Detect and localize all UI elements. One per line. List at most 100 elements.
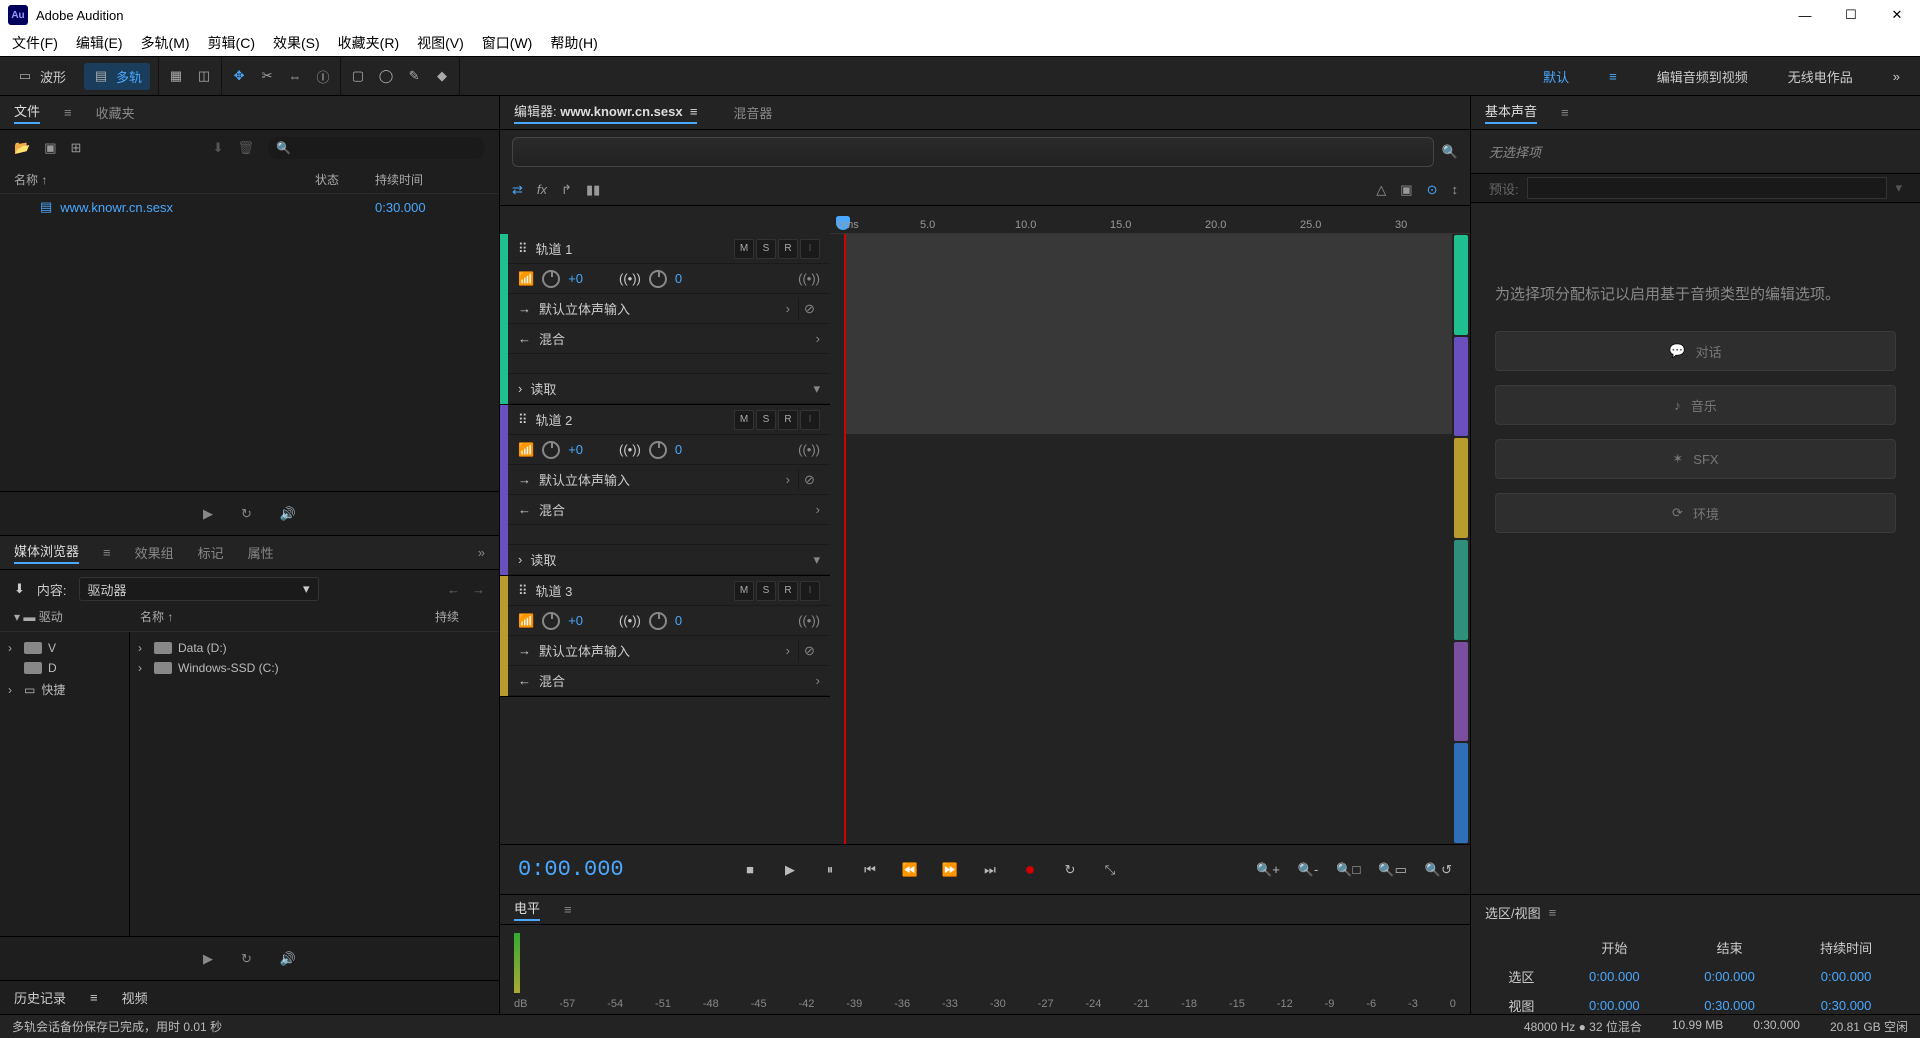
tree-item[interactable]: ›▭快捷 [4,678,125,701]
workspace-more-icon[interactable]: » [1893,69,1900,84]
tab-properties[interactable]: 属性 [248,543,274,562]
open-file-icon[interactable]: 📂 [14,140,30,156]
close-button[interactable]: ✕ [1874,0,1920,30]
menu-view[interactable]: 视图(V) [417,33,464,53]
toggle-loop-icon[interactable]: ⇄ [512,182,523,198]
track-handle-icon[interactable]: ⠿ [518,583,528,599]
monitor-button[interactable]: I [800,410,820,430]
eq-icon[interactable]: ▮▮ [586,182,600,198]
new-multitrack-icon[interactable]: ▣ [44,140,56,156]
solo-button[interactable]: S [756,581,776,601]
waveform-view-button[interactable]: ▭ 波形 [8,63,74,90]
tab-files[interactable]: 文件 [14,101,40,124]
stop-button[interactable]: ■ [740,860,760,880]
tab-markers[interactable]: 标记 [198,543,224,562]
rewind-button[interactable]: ⏪ [900,860,920,880]
automation-chev-icon[interactable]: › [518,381,522,396]
automation-dropdown[interactable]: 读取▾ [530,550,820,569]
media-panel-menu-icon[interactable]: ≡ [103,545,111,560]
col-duration[interactable]: 持续时间 [375,171,485,188]
zoom-reset-icon[interactable]: 🔍↺ [1425,862,1452,878]
solo-button[interactable]: S [756,239,776,259]
maximize-button[interactable]: ☐ [1828,0,1874,30]
monitor-button[interactable]: I [800,239,820,259]
track-handle-icon[interactable]: ⠿ [518,241,528,257]
go-end-button[interactable]: ⏭ [980,860,1000,880]
right-header[interactable]: 名称 ↑ [140,608,435,631]
tab-mixer[interactable]: 混音器 [733,103,772,122]
menu-effects[interactable]: 效果(S) [273,33,320,53]
minimize-button[interactable]: — [1782,0,1828,30]
tree-item[interactable]: ›V [4,638,125,658]
menu-multitrack[interactable]: 多轨(M) [141,33,190,53]
col-status[interactable]: 状态 [315,171,375,188]
menu-edit[interactable]: 编辑(E) [76,33,123,53]
play-icon[interactable]: ▶ [203,506,213,522]
menu-file[interactable]: 文件(F) [12,33,58,53]
volume-value[interactable]: +0 [568,442,583,457]
output-dropdown[interactable]: 混合› [539,671,820,690]
track-name[interactable]: 轨道 1 [536,239,573,258]
tab-video[interactable]: 视频 [122,988,148,1007]
hud-icon[interactable]: ▦ [167,68,185,84]
drive-item[interactable]: ›Data (D:) [134,638,495,658]
volume-value[interactable]: +0 [568,271,583,286]
output-dropdown[interactable]: 混合› [539,329,820,348]
play-button[interactable]: ▶ [780,860,800,880]
timecode[interactable]: 0:00.000 [518,857,718,882]
es-sfx-button[interactable]: ✶SFX [1495,439,1896,479]
tab-favorites[interactable]: 收藏夹 [96,103,135,122]
content-dropdown[interactable]: 驱动器▾ [79,577,319,601]
razor-tool-icon[interactable]: ✂ [258,68,276,84]
track-content-area[interactable] [830,234,1452,844]
heal-tool-icon[interactable]: ◆ [433,68,451,84]
pan-knob[interactable] [649,441,667,459]
menu-clip[interactable]: 剪辑(C) [208,33,255,53]
zoom-sel-icon[interactable]: 🔍▭ [1378,862,1406,878]
left-header[interactable]: ▾ ▬ 驱动 [14,608,140,631]
skip-selection-button[interactable]: ⤡ [1100,860,1120,880]
play-icon[interactable]: ▶ [203,951,213,967]
loop-playback-button[interactable]: ↻ [1060,860,1080,880]
col-name[interactable]: 名称 ↑ [14,171,315,188]
record-button[interactable]: ● [1020,860,1040,880]
metronome-icon[interactable]: △ [1376,182,1386,198]
volume-knob[interactable] [542,270,560,288]
input-phase-icon[interactable]: ⊘ [798,469,820,491]
new-file-icon[interactable]: ⊞ [70,140,81,156]
tab-essential-sound[interactable]: 基本声音 [1485,101,1537,124]
media-more-icon[interactable]: » [478,545,485,560]
monitor-input-icon[interactable]: ⊙ [1427,182,1438,198]
nav-back-icon[interactable]: ← [447,582,460,597]
es-menu-icon[interactable]: ≡ [1561,105,1569,120]
es-dialog-button[interactable]: 💬对话 [1495,331,1896,371]
view-start[interactable]: 0:00.000 [1558,992,1671,1019]
track-name[interactable]: 轨道 2 [536,410,573,429]
autoplay-icon[interactable]: 🔊 [280,506,296,522]
zoom-in-icon[interactable]: 🔍+ [1256,862,1280,878]
pan-knob[interactable] [649,270,667,288]
volume-value[interactable]: +0 [568,613,583,628]
go-start-button[interactable]: ⏮ [860,860,880,880]
forward-button[interactable]: ⏩ [940,860,960,880]
minimap-segment[interactable] [1454,743,1468,843]
workspace-menu-icon[interactable]: ≡ [1609,69,1617,84]
spectral-icon[interactable]: ◫ [195,68,213,84]
loop-icon[interactable]: ↻ [241,506,252,522]
insert-icon[interactable]: ⬇ [213,140,224,156]
preset-chev-icon[interactable]: ▾ [1895,180,1902,196]
tab-media-browser[interactable]: 媒体浏览器 [14,541,79,564]
snap-icon[interactable]: ▣ [1400,182,1412,198]
zoom-out-icon[interactable]: 🔍- [1298,862,1319,878]
arm-record-button[interactable]: R [778,410,798,430]
editor-search[interactable] [512,137,1434,167]
files-panel-menu-icon[interactable]: ≡ [64,105,72,120]
dur-header[interactable]: 持续 [435,608,485,631]
menu-favorites[interactable]: 收藏夹(R) [338,33,399,53]
mute-button[interactable]: M [734,581,754,601]
drive-item[interactable]: ›Windows-SSD (C:) [134,658,495,678]
input-phase-icon[interactable]: ⊘ [798,640,820,662]
delete-icon[interactable]: 🗑 [237,140,254,156]
output-dropdown[interactable]: 混合› [539,500,820,519]
tab-effects-rack[interactable]: 效果组 [135,543,174,562]
